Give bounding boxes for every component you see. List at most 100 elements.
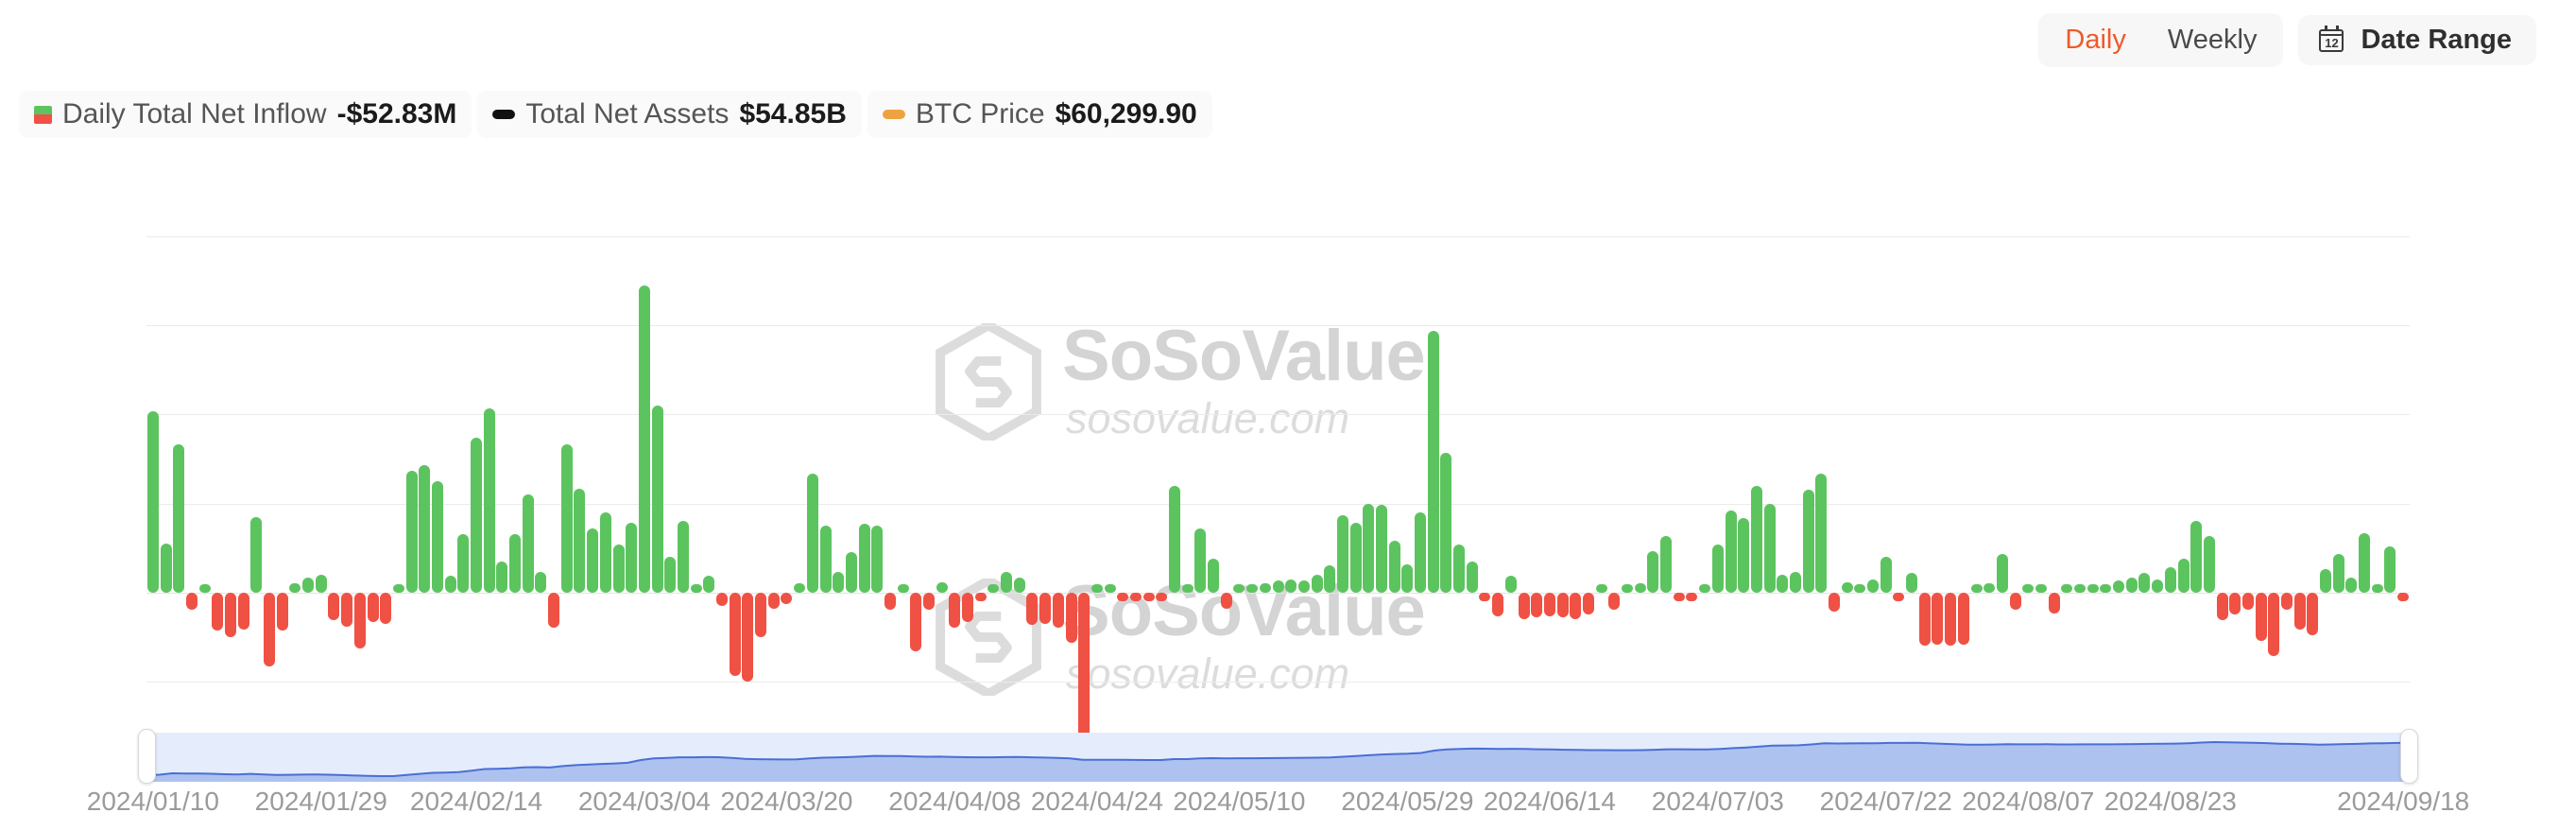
legend-item-btc-price[interactable]: BTC Price $60,299.90 <box>867 91 1212 138</box>
chart-bar[interactable] <box>1957 592 1969 645</box>
chart-bar[interactable] <box>1841 581 1853 593</box>
chart-bar[interactable] <box>1763 503 1776 593</box>
chart-bar[interactable] <box>2203 536 2215 593</box>
chart-bar[interactable] <box>1518 592 1530 619</box>
chart-bar[interactable] <box>1285 579 1297 593</box>
chart-bar[interactable] <box>2268 592 2280 657</box>
legend-item-daily-total-net-inflow[interactable]: Daily Total Net Inflow -$52.83M <box>19 91 472 138</box>
chart-bar[interactable] <box>962 592 974 623</box>
chart-bar[interactable] <box>2384 546 2396 593</box>
chart-bar[interactable] <box>2293 592 2306 630</box>
chart-bar[interactable] <box>1622 583 1633 593</box>
chart-bar[interactable] <box>2177 558 2190 593</box>
chart-bar[interactable] <box>677 521 689 593</box>
chart-bar[interactable] <box>1595 583 1607 593</box>
chart-bar[interactable] <box>1867 579 1880 593</box>
chart-bar[interactable] <box>1880 557 1892 593</box>
chart-bar[interactable] <box>1686 592 1698 601</box>
chart-bar[interactable] <box>936 581 948 593</box>
chart-bar[interactable] <box>794 583 806 593</box>
chart-bar[interactable] <box>858 524 870 593</box>
brush-handle-right[interactable] <box>2400 729 2418 784</box>
chart-bar[interactable] <box>522 494 534 593</box>
chart-bar[interactable] <box>2100 583 2112 593</box>
chart-bar[interactable] <box>2087 583 2099 593</box>
chart-bar[interactable] <box>444 576 456 593</box>
chart-bar[interactable] <box>1893 592 1905 601</box>
chart-bar[interactable] <box>1169 485 1180 593</box>
chart-bar[interactable] <box>1220 592 1232 609</box>
chart-bar[interactable] <box>2280 592 2293 611</box>
chart-bar[interactable] <box>1297 580 1310 593</box>
chart-bar[interactable] <box>703 576 715 593</box>
chart-bar[interactable] <box>1440 453 1452 593</box>
chart-bar[interactable] <box>264 592 275 667</box>
chart-bar[interactable] <box>1052 592 1064 629</box>
chart-bar[interactable] <box>612 545 625 593</box>
chart-bar[interactable] <box>1026 592 1039 626</box>
chart-bar[interactable] <box>587 528 599 593</box>
chart-bar[interactable] <box>833 571 845 593</box>
chart-bar[interactable] <box>2255 592 2267 642</box>
chart-bar[interactable] <box>1504 576 1517 593</box>
chart-bar[interactable] <box>1945 592 1957 647</box>
chart-bar[interactable] <box>1181 583 1194 593</box>
chart-bar[interactable] <box>392 583 404 593</box>
interval-weekly-button[interactable]: Weekly <box>2147 18 2278 62</box>
chart-bar[interactable] <box>1673 592 1685 601</box>
chart-bar[interactable] <box>1415 511 1427 593</box>
chart-bar[interactable] <box>806 474 818 593</box>
chart-bar[interactable] <box>897 583 909 593</box>
chart-bar[interactable] <box>1427 331 1439 593</box>
chart-bar[interactable] <box>1388 540 1400 593</box>
chart-bar[interactable] <box>2190 521 2203 593</box>
chart-bar[interactable] <box>250 516 263 593</box>
chart-bar[interactable] <box>1466 561 1478 593</box>
chart-bar[interactable] <box>237 592 249 630</box>
chart-bar[interactable] <box>315 574 327 593</box>
chart-bar[interactable] <box>2332 553 2344 593</box>
chart-bar[interactable] <box>626 522 638 593</box>
chart-bar[interactable] <box>910 592 922 652</box>
chart-bar[interactable] <box>1750 485 1762 593</box>
chart-bar[interactable] <box>1556 592 1569 618</box>
chart-bar[interactable] <box>470 438 482 593</box>
chart-bar[interactable] <box>2125 577 2138 593</box>
date-range-button[interactable]: 12 Date Range <box>2298 15 2536 66</box>
chart-bar[interactable] <box>1634 583 1646 593</box>
chart-bar[interactable] <box>2035 583 2047 593</box>
chart-bar[interactable] <box>922 592 935 611</box>
chart-bar[interactable] <box>198 583 211 593</box>
chart-bar[interactable] <box>1039 592 1052 624</box>
chart-bar[interactable] <box>1531 592 1543 618</box>
chart-bar[interactable] <box>1777 574 1789 593</box>
chart-bar[interactable] <box>2061 583 2073 593</box>
chart-bar[interactable] <box>1570 592 1582 619</box>
chart-bar[interactable] <box>560 443 573 593</box>
chart-bar[interactable] <box>2229 592 2241 615</box>
chart-bar[interactable] <box>638 285 650 593</box>
chart-bar[interactable] <box>2048 592 2060 614</box>
chart-bar[interactable] <box>1828 592 1840 613</box>
chart-bar[interactable] <box>496 561 508 593</box>
chart-bar[interactable] <box>2241 592 2254 611</box>
chart-bar[interactable] <box>1479 592 1491 602</box>
chart-bar[interactable] <box>1065 592 1077 644</box>
chart-bar[interactable] <box>2164 566 2176 593</box>
chart-bar[interactable] <box>767 592 780 609</box>
chart-bar[interactable] <box>1802 490 1814 593</box>
chart-bar[interactable] <box>2152 579 2164 593</box>
chart-bar[interactable] <box>367 592 379 623</box>
chart-bar[interactable] <box>1142 592 1155 602</box>
chart-bar[interactable] <box>1233 583 1245 593</box>
chart-bar[interactable] <box>509 534 522 593</box>
chart-bar[interactable] <box>845 552 857 593</box>
chart-bar[interactable] <box>884 592 896 611</box>
chart-bar[interactable] <box>224 592 236 637</box>
chart-bar[interactable] <box>2138 573 2151 593</box>
chart-bar[interactable] <box>716 592 728 606</box>
chart-bar[interactable] <box>987 583 1000 593</box>
chart-bar[interactable] <box>1401 563 1414 593</box>
interval-daily-button[interactable]: Daily <box>2044 18 2146 62</box>
chart-bar[interactable] <box>1711 545 1724 593</box>
